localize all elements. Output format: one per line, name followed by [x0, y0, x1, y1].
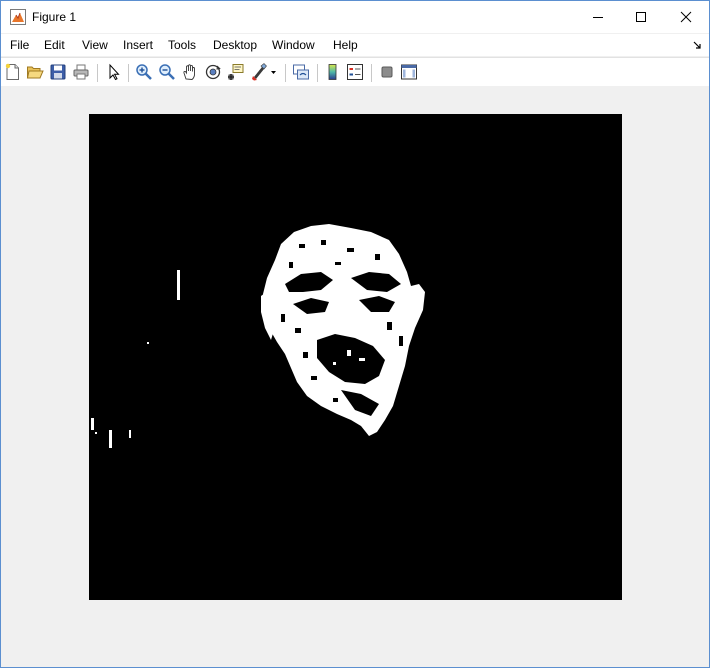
rotate-3d-icon — [205, 64, 221, 80]
open-file-icon — [26, 66, 44, 79]
edit-plot-button[interactable] — [105, 63, 123, 81]
open-file-button[interactable] — [26, 63, 44, 81]
brush-icon — [252, 63, 276, 81]
data-cursor-button[interactable] — [227, 63, 245, 81]
menu-window[interactable]: Window — [272, 38, 315, 52]
menu-help[interactable]: Help — [333, 38, 358, 52]
dock-arrow-icon[interactable] — [693, 40, 703, 50]
maximize-button[interactable] — [618, 1, 664, 33]
edit-plot-arrow-icon — [109, 63, 120, 81]
toolbar-separator — [285, 64, 286, 82]
toolbar-separator — [371, 64, 372, 82]
title-bar[interactable]: Figure 1 — [1, 1, 709, 33]
menu-edit[interactable]: Edit — [44, 38, 65, 52]
menu-bar: File Edit View Insert Tools Desktop Wind… — [1, 34, 709, 56]
zoom-out-button[interactable] — [158, 63, 176, 81]
figure-canvas[interactable] — [1, 86, 709, 667]
new-figure-button[interactable] — [4, 63, 22, 81]
save-button[interactable] — [49, 63, 67, 81]
zoom-in-icon — [136, 64, 152, 80]
zoom-out-icon — [159, 64, 175, 80]
maximize-icon — [636, 12, 646, 22]
print-icon — [73, 64, 89, 80]
window-title: Figure 1 — [32, 10, 77, 24]
menu-view[interactable]: View — [82, 38, 108, 52]
minimize-icon — [593, 17, 603, 18]
menu-desktop[interactable]: Desktop — [213, 38, 257, 52]
figure-toolbar — [1, 57, 709, 87]
show-plot-tools-icon — [401, 64, 417, 80]
toolbar-separator — [128, 64, 129, 82]
hide-plot-tools-icon — [381, 66, 393, 78]
pan-hand-icon — [183, 64, 195, 80]
image-axes[interactable] — [89, 114, 622, 600]
link-plot-icon — [293, 64, 309, 80]
insert-legend-icon — [347, 64, 363, 80]
close-icon — [680, 11, 692, 23]
print-button[interactable] — [72, 63, 90, 81]
show-plot-tools-button[interactable] — [400, 63, 418, 81]
insert-legend-button[interactable] — [346, 63, 364, 81]
new-figure-icon — [5, 63, 19, 80]
save-icon — [50, 64, 66, 80]
close-button[interactable] — [663, 1, 709, 33]
toolbar-separator — [317, 64, 318, 82]
insert-colorbar-icon — [328, 64, 337, 80]
figure-window: Figure 1 File Edit View Insert Tools Des… — [0, 0, 710, 668]
rotate-3d-button[interactable] — [204, 63, 222, 81]
menu-insert[interactable]: Insert — [123, 38, 153, 52]
link-plot-button[interactable] — [292, 63, 310, 81]
toolbar-separator — [97, 64, 98, 82]
matlab-figure-icon — [10, 9, 26, 25]
hide-plot-tools-button[interactable] — [378, 63, 396, 81]
binary-face-image — [89, 114, 622, 600]
brush-button[interactable] — [251, 63, 277, 81]
insert-colorbar-button[interactable] — [324, 63, 342, 81]
minimize-button[interactable] — [575, 1, 621, 33]
pan-button[interactable] — [181, 63, 199, 81]
zoom-in-button[interactable] — [135, 63, 153, 81]
menu-tools[interactable]: Tools — [168, 38, 196, 52]
menu-file[interactable]: File — [10, 38, 29, 52]
data-cursor-icon — [228, 64, 244, 80]
